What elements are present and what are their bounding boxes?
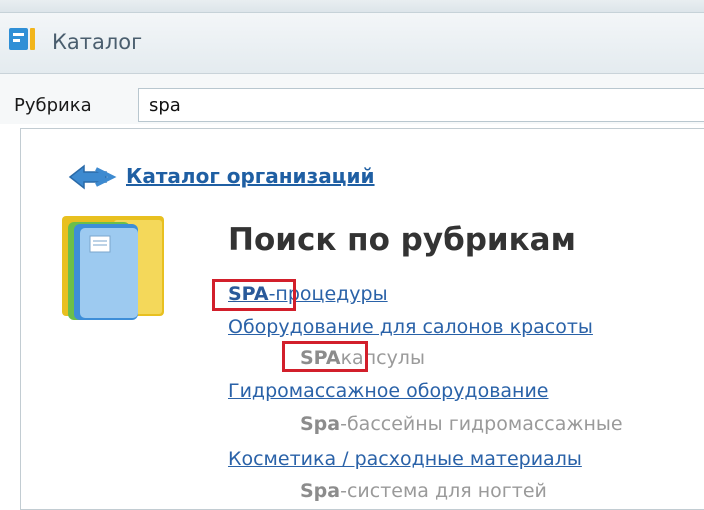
result-rest: -система для ногтей — [340, 480, 547, 502]
result-category[interactable]: Косметика / расходные материалы — [228, 448, 582, 470]
rubric-input[interactable] — [138, 88, 704, 122]
highlight-box — [282, 341, 368, 372]
search-by-rubric-heading: Поиск по рубрикам — [228, 222, 576, 258]
category-link[interactable]: Косметика / расходные материалы — [228, 448, 582, 470]
window-title: Каталог — [52, 30, 143, 54]
top-window-strip: ▔▔▔▔▔▔ — [0, 0, 704, 13]
highlight-box — [212, 279, 296, 311]
category-link[interactable]: Оборудование для салонов красоты — [228, 316, 593, 338]
result-rest: -бассейны гидромассажные — [340, 413, 623, 435]
catalog-organizations-link[interactable]: Каталог организаций — [126, 164, 375, 188]
result-category[interactable]: Оборудование для салонов красоты — [228, 316, 593, 338]
back-arrow-icon[interactable] — [66, 163, 118, 191]
result-highlight: Spa — [300, 413, 341, 435]
result-item[interactable]: Spa-система для ногтей — [300, 480, 547, 502]
result-highlight: Spa — [300, 480, 341, 502]
folder-documents-icon — [62, 216, 164, 320]
background-window-fragment: ▔▔▔▔▔▔ — [390, 0, 455, 7]
app-window-icon — [9, 28, 35, 50]
category-link[interactable]: Гидромассажное оборудование — [228, 380, 549, 402]
result-item[interactable]: Spa-бассейны гидромассажные — [300, 413, 623, 435]
rubric-label: Рубрика — [14, 95, 92, 116]
result-category[interactable]: Гидромассажное оборудование — [228, 380, 549, 402]
